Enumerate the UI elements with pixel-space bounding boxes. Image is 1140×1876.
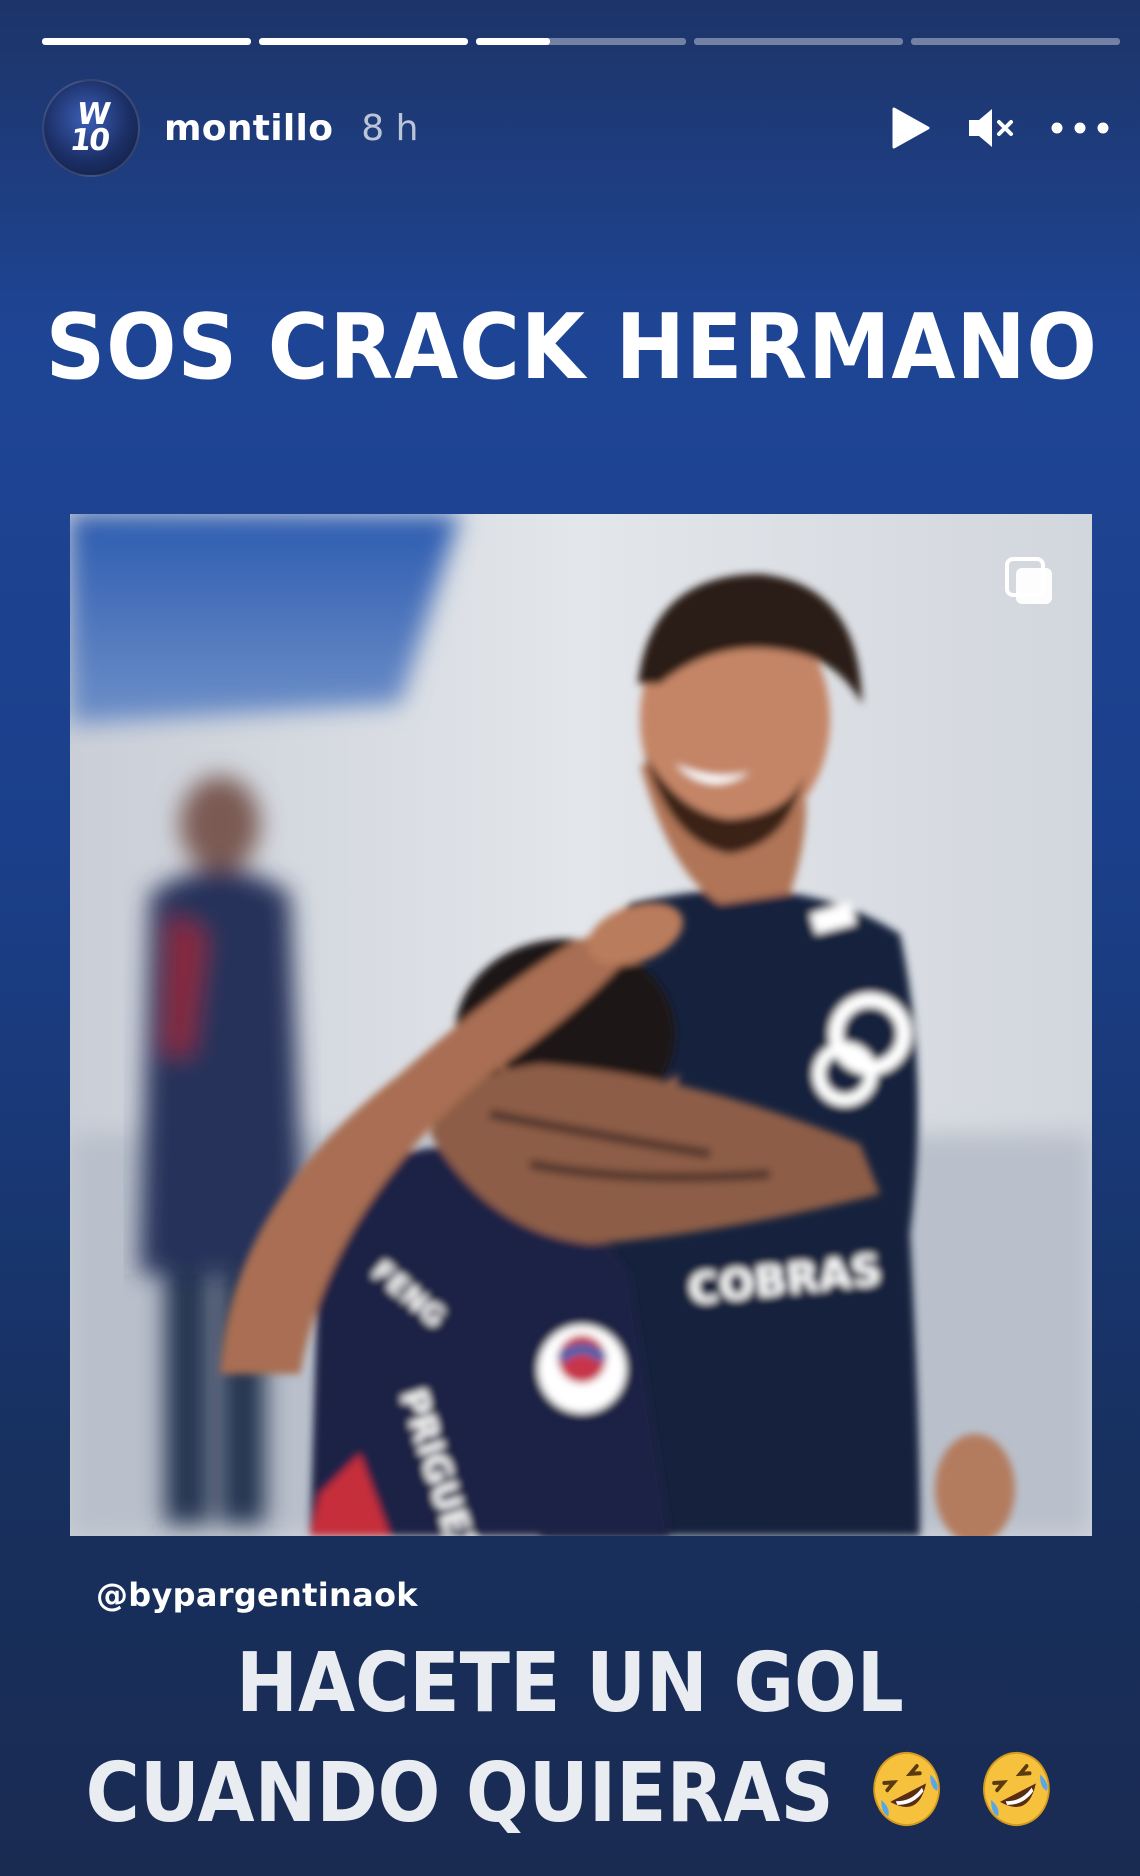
- rolling-on-floor-laughing-emoji-icon: [979, 1747, 1055, 1851]
- mention-tag[interactable]: @bypargentinaok: [96, 1576, 418, 1614]
- progress-segment: [42, 38, 252, 45]
- username[interactable]: montillo: [164, 108, 333, 149]
- caption-line-1: HACETE UN GOL: [236, 1636, 904, 1731]
- shared-post-image[interactable]: COBRAS PRIGUEZ FENG: [70, 514, 1092, 1536]
- more-options-icon[interactable]: [1050, 121, 1110, 135]
- play-icon[interactable]: [888, 105, 932, 151]
- progress-segment: [476, 38, 686, 45]
- caption-line-2: CUANDO QUIERAS: [57, 1746, 1083, 1851]
- story-headline-text: SOS CRACK HERMANO: [45, 295, 1098, 400]
- story-controls: [888, 105, 1110, 151]
- story-progress-bar: [42, 38, 1121, 45]
- rolling-on-floor-laughing-emoji-icon: [868, 1747, 944, 1851]
- mute-icon[interactable]: [966, 105, 1016, 151]
- avatar-badge-icon: W 10: [67, 97, 111, 158]
- avatar[interactable]: W 10: [42, 79, 140, 177]
- story-timestamp: 8 h: [361, 107, 419, 149]
- football-players-hug-photo: COBRAS PRIGUEZ FENG: [70, 514, 1092, 1536]
- caption-line-2-text: CUANDO QUIERAS: [85, 1746, 834, 1841]
- progress-segment: [693, 38, 903, 45]
- instagram-story[interactable]: W 10 montillo 8 h SOS CRACK HERMANO COBR…: [0, 0, 1140, 1876]
- progress-segment: [259, 38, 469, 45]
- progress-segment: [910, 38, 1121, 45]
- carousel-multiple-icon: [1002, 554, 1056, 608]
- story-header: W 10 montillo 8 h: [42, 79, 1110, 177]
